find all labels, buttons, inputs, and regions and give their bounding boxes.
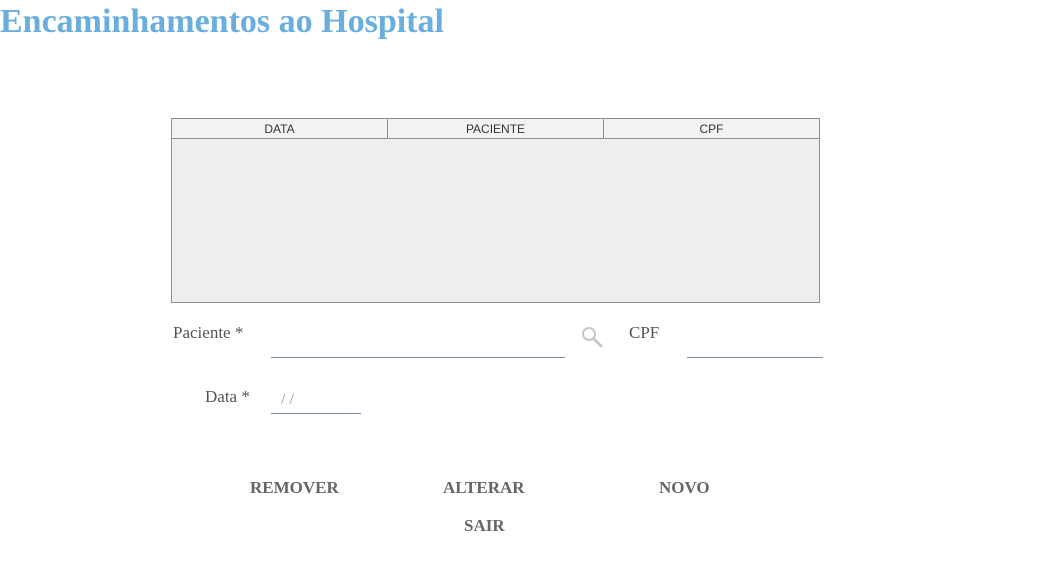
- search-icon[interactable]: [580, 325, 604, 349]
- cpf-input[interactable]: [687, 336, 823, 358]
- table-header: DATA PACIENTE CPF: [172, 119, 820, 139]
- encaminhamentos-table: DATA PACIENTE CPF: [171, 118, 820, 303]
- column-header-data[interactable]: DATA: [172, 119, 388, 138]
- page-title: Encaminhamentos ao Hospital: [0, 3, 444, 40]
- remover-button[interactable]: REMOVER: [250, 478, 339, 498]
- data-label: Data *: [205, 387, 250, 406]
- paciente-input[interactable]: [271, 336, 565, 358]
- sair-button[interactable]: SAIR: [464, 516, 505, 536]
- cpf-label: CPF: [629, 323, 660, 342]
- novo-button[interactable]: NOVO: [659, 478, 710, 498]
- paciente-label: Paciente *: [173, 323, 244, 342]
- alterar-button[interactable]: ALTERAR: [443, 478, 525, 498]
- column-header-cpf[interactable]: CPF: [604, 119, 820, 138]
- table-body[interactable]: [172, 139, 819, 302]
- data-input[interactable]: [271, 386, 361, 414]
- column-header-paciente[interactable]: PACIENTE: [388, 119, 604, 138]
